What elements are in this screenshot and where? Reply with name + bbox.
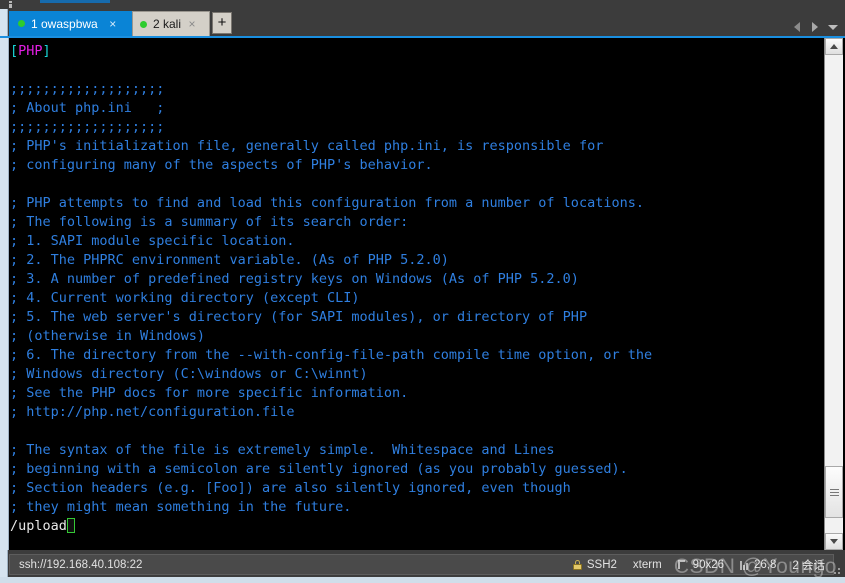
status-session-count: 2 会话: [792, 559, 825, 572]
status-protocol-label: SSH2: [586, 558, 617, 571]
terminal-cursor: [66, 518, 75, 533]
tab-status-dot-icon: [18, 20, 25, 27]
arrow-left-icon[interactable]: [791, 20, 803, 34]
terminal-screen[interactable]: [PHP] ;;;;;;;;;;;;;;;;;;; ; About php.ini…: [10, 38, 820, 550]
section-name: PHP: [18, 43, 43, 59]
terminal-line: ;;;;;;;;;;;;;;;;;;;: [10, 81, 165, 97]
securecrt-window: 1 owaspbwa × 2 kali × + [PHP] ;;;;;;;;;;…: [0, 0, 845, 583]
lock-icon: [572, 559, 582, 570]
terminal-line: ;;;;;;;;;;;;;;;;;;;: [10, 119, 165, 135]
terminal-line: ; 6. The directory from the --with-confi…: [10, 347, 653, 363]
terminal-line: [PHP]: [10, 42, 820, 61]
terminal-prompt-line: /upload: [10, 517, 820, 536]
tabbar-left-rail: [0, 9, 8, 36]
status-bar: ssh://192.168.40.108:22 SSH2 xterm 90x26…: [0, 550, 845, 583]
terminal-line: ; http://php.net/configuration.file: [10, 404, 295, 420]
status-screen-size-label: 90x26: [692, 558, 725, 571]
status-protocol: SSH2: [565, 555, 625, 574]
terminal-line: ; 5. The web server's directory (for SAP…: [10, 309, 588, 325]
resize-grip-icon[interactable]: [830, 564, 840, 574]
tab-close-icon[interactable]: ×: [186, 18, 198, 30]
arrow-right-icon[interactable]: [809, 20, 821, 34]
status-connection-url: ssh://192.168.40.108:22: [19, 558, 143, 571]
new-tab-button[interactable]: +: [212, 12, 232, 34]
statusbar-bottom-edge: [0, 577, 845, 583]
terminal-line: ; The following is a summary of its sear…: [10, 214, 409, 230]
terminal-scrollbar[interactable]: [824, 38, 843, 550]
tab-label: 1 owaspbwa: [31, 16, 98, 31]
terminal-line: ; (otherwise in Windows): [10, 328, 206, 344]
terminal-size-icon: [677, 559, 688, 570]
status-bar-inner: ssh://192.168.40.108:22 SSH2 xterm 90x26…: [9, 554, 834, 575]
terminal-prompt-text: /upload: [10, 518, 67, 534]
tab-navigation: [791, 18, 839, 36]
scroll-up-arrow-icon[interactable]: [825, 38, 843, 55]
chevron-down-icon[interactable]: [827, 20, 839, 34]
window-accent-bar: [40, 0, 110, 3]
scroll-down-arrow-icon[interactable]: [825, 533, 843, 550]
terminal-line: ; Section headers (e.g. [Foo]) are also …: [10, 480, 571, 496]
tab-bar: 1 owaspbwa × 2 kali × +: [0, 9, 845, 36]
terminal-line: ; About php.ini ;: [10, 100, 165, 116]
terminal-line: ; Windows directory (C:\windows or C:\wi…: [10, 366, 368, 382]
terminal-line: ; they might mean something in the futur…: [10, 499, 352, 515]
terminal-line: ; 4. Current working directory (except C…: [10, 290, 360, 306]
status-emulation: xterm: [632, 558, 662, 571]
terminal-line: ; 1. SAPI module specific location.: [10, 233, 295, 249]
terminal-line: ; The syntax of the file is extremely si…: [10, 442, 555, 458]
terminal-line: ; PHP's initialization file, generally c…: [10, 138, 604, 154]
terminal-line: ; See the PHP docs for more specific inf…: [10, 385, 409, 401]
scrollbar-track[interactable]: [825, 55, 843, 533]
status-screen-size: 90x26: [670, 555, 732, 574]
window-top-strip: [0, 0, 845, 9]
terminal-left-rail: [0, 38, 9, 550]
terminal-line: ; configuring many of the aspects of PHP…: [10, 157, 433, 173]
terminal-line: ; PHP attempts to find and load this con…: [10, 195, 644, 211]
tab-owaspbwa[interactable]: 1 owaspbwa ×: [9, 11, 132, 36]
tab-status-dot-icon: [140, 20, 147, 28]
cursor-position-icon: [740, 560, 749, 570]
scrollbar-thumb[interactable]: [825, 466, 843, 518]
tab-label: 2 kali: [153, 17, 182, 31]
status-cursor-position: 26,8: [732, 555, 784, 574]
tab-kali[interactable]: 2 kali ×: [132, 11, 210, 36]
terminal-line: ; 3. A number of predefined registry key…: [10, 271, 579, 287]
terminal-line: ; beginning with a semicolon are silentl…: [10, 461, 628, 477]
section-bracket-open: [: [10, 43, 19, 59]
section-bracket-close: ]: [42, 43, 51, 59]
terminal-line: ; 2. The PHPRC environment variable. (As…: [10, 252, 449, 268]
drag-grip-icon[interactable]: [9, 0, 13, 9]
scroll-thumb-grip-icon: [829, 488, 839, 496]
status-cursor-position-label: 26,8: [754, 558, 777, 571]
terminal-frame: [PHP] ;;;;;;;;;;;;;;;;;;; ; About php.ini…: [0, 36, 845, 550]
tab-close-icon[interactable]: ×: [107, 18, 119, 30]
